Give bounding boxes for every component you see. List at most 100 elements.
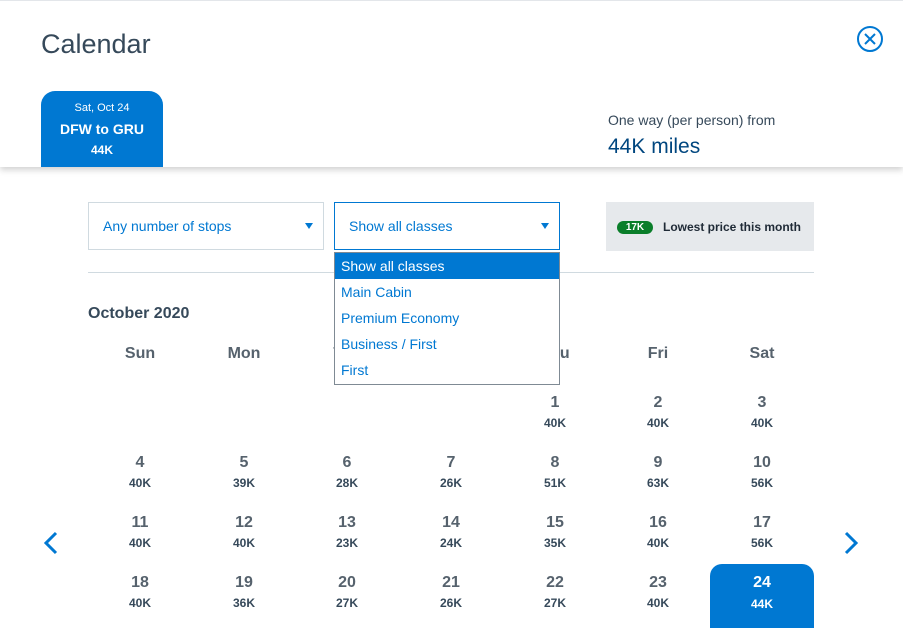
day-number: 9 — [653, 454, 663, 471]
weekday-label: Mon — [227, 345, 261, 362]
lowest-price-badge: 17K — [617, 221, 653, 234]
day-price: 40K — [128, 476, 151, 490]
day-number: 11 — [131, 514, 149, 531]
calendar-day[interactable]: 5 39K — [204, 454, 284, 490]
calendar-day-selected[interactable]: 24 44K — [710, 564, 814, 628]
chevron-left-icon[interactable] — [40, 530, 64, 556]
price-value: 44K miles — [608, 135, 701, 158]
class-dropdown-list: Show all classes Main Cabin Premium Econ… — [334, 252, 560, 385]
price-label: One way (per person) from — [608, 112, 776, 128]
calendar-header: Calendar Sat, Oct 24 DFW to GRU 44K One … — [0, 0, 903, 167]
classes-select[interactable]: Show all classes — [334, 202, 560, 250]
trip-tab[interactable]: Sat, Oct 24 DFW to GRU 44K — [41, 91, 163, 167]
calendar-day[interactable]: 2 40K — [618, 394, 698, 430]
day-number: 24 — [753, 574, 771, 591]
day-number: 1 — [550, 394, 560, 411]
weekday-label: Sat — [749, 345, 775, 362]
calendar-day[interactable]: 23 40K — [618, 574, 698, 610]
calendar-day[interactable]: 7 26K — [411, 454, 491, 490]
trip-date: Sat, Oct 24 — [74, 102, 130, 114]
calendar-day[interactable]: 15 35K — [515, 514, 595, 550]
day-number: 6 — [342, 454, 352, 471]
day-number: 21 — [442, 574, 460, 591]
day-price: 40K — [543, 416, 566, 430]
day-price: 40K — [128, 536, 151, 550]
day-number: 13 — [338, 514, 356, 531]
calendar-day[interactable]: 6 28K — [307, 454, 387, 490]
day-number: 7 — [446, 454, 456, 471]
month-title: October 2020 — [88, 305, 190, 322]
class-option[interactable]: Main Cabin — [335, 279, 559, 305]
day-price: 40K — [750, 416, 773, 430]
day-price: 24K — [439, 536, 462, 550]
day-price: 35K — [543, 536, 566, 550]
calendar-day[interactable]: 13 23K — [307, 514, 387, 550]
class-option[interactable]: Premium Economy — [335, 305, 559, 331]
day-price: 27K — [543, 596, 566, 610]
calendar-day[interactable]: 8 51K — [515, 454, 595, 490]
day-price: 44K — [750, 597, 773, 611]
close-icon[interactable] — [857, 26, 883, 52]
calendar-day[interactable]: 16 40K — [618, 514, 698, 550]
day-number: 16 — [649, 514, 667, 531]
day-price: 40K — [646, 536, 669, 550]
day-number: 4 — [135, 454, 145, 471]
day-number: 23 — [649, 574, 667, 591]
calendar-day[interactable]: 12 40K — [204, 514, 284, 550]
calendar-day[interactable]: 9 63K — [618, 454, 698, 490]
calendar-day[interactable]: 4 40K — [100, 454, 180, 490]
day-price: 26K — [439, 596, 462, 610]
lowest-price-legend: 17K Lowest price this month — [606, 202, 814, 251]
stops-select-value: Any number of stops — [103, 218, 232, 234]
day-price: 51K — [543, 476, 566, 490]
day-number: 17 — [753, 514, 771, 531]
weekday-label: Sun — [124, 345, 156, 362]
day-number: 19 — [235, 574, 253, 591]
day-number: 15 — [546, 514, 564, 531]
calendar-day[interactable]: 21 26K — [411, 574, 491, 610]
chevron-right-icon[interactable] — [838, 530, 862, 556]
day-price: 28K — [335, 476, 358, 490]
day-price: 36K — [232, 596, 255, 610]
day-price: 40K — [646, 596, 669, 610]
day-price: 63K — [646, 476, 669, 490]
day-number: 2 — [653, 394, 663, 411]
calendar-day[interactable]: 11 40K — [100, 514, 180, 550]
calendar-day[interactable]: 19 36K — [204, 574, 284, 610]
day-price: 23K — [335, 536, 358, 550]
day-number: 10 — [753, 454, 771, 471]
calendar-day[interactable]: 3 40K — [722, 394, 802, 430]
day-number: 18 — [131, 574, 149, 591]
calendar-day[interactable]: 10 56K — [722, 454, 802, 490]
day-number: 5 — [239, 454, 249, 471]
day-number: 3 — [757, 394, 767, 411]
caret-down-icon — [541, 223, 549, 229]
trip-price: 44K — [90, 143, 113, 157]
day-price: 40K — [232, 536, 255, 550]
day-number: 8 — [550, 454, 560, 471]
day-number: 14 — [442, 514, 460, 531]
day-price: 56K — [750, 536, 773, 550]
page-title: Calendar — [41, 29, 151, 59]
trip-route: DFW to GRU — [60, 121, 144, 137]
day-price: 39K — [232, 476, 255, 490]
stops-select[interactable]: Any number of stops — [88, 202, 324, 250]
calendar-day[interactable]: 20 27K — [307, 574, 387, 610]
class-option[interactable]: Business / First — [335, 331, 559, 357]
calendar-day[interactable]: 17 56K — [722, 514, 802, 550]
day-price: 56K — [750, 476, 773, 490]
day-number: 20 — [338, 574, 356, 591]
class-option[interactable]: Show all classes — [335, 253, 559, 279]
calendar-day[interactable]: 14 24K — [411, 514, 491, 550]
calendar-day[interactable]: 18 40K — [100, 574, 180, 610]
class-option[interactable]: First — [335, 357, 559, 383]
day-price: 40K — [646, 416, 669, 430]
lowest-price-label: Lowest price this month — [663, 220, 802, 234]
calendar-day[interactable]: 22 27K — [515, 574, 595, 610]
classes-select-value: Show all classes — [349, 218, 453, 234]
calendar-day[interactable]: 1 40K — [515, 394, 595, 430]
weekday-label: Fri — [647, 345, 669, 362]
day-number: 12 — [235, 514, 253, 531]
day-price: 27K — [335, 596, 358, 610]
day-number: 22 — [546, 574, 564, 591]
